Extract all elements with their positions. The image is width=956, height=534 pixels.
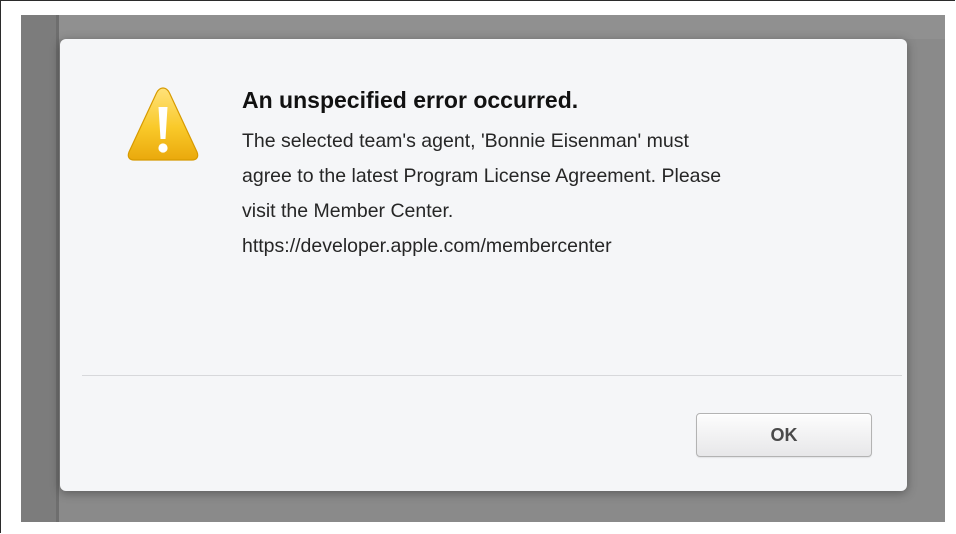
error-alert-dialog: An unspecified error occurred. The selec…: [60, 39, 907, 491]
screenshot-frame: An unspecified error occurred. The selec…: [0, 0, 956, 534]
alert-title: An unspecified error occurred.: [242, 87, 579, 113]
member-center-url: https://developer.apple.com/membercenter: [242, 235, 612, 257]
warning-triangle-icon: [127, 87, 199, 161]
alert-message-line: visit the Member Center.: [242, 200, 454, 222]
alert-message-line: The selected team's agent, 'Bonnie Eisen…: [242, 130, 689, 152]
alert-message-line: agree to the latest Program License Agre…: [242, 165, 722, 187]
ok-button[interactable]: OK: [696, 413, 872, 457]
dimmed-window-sidebar: [21, 15, 56, 522]
dimmed-window-toolbar: [21, 15, 945, 39]
dimmed-window-sidebar-edge: [56, 15, 59, 522]
alert-message: The selected team's agent, 'Bonnie Eisen…: [242, 124, 862, 264]
button-area-divider: [82, 375, 902, 376]
